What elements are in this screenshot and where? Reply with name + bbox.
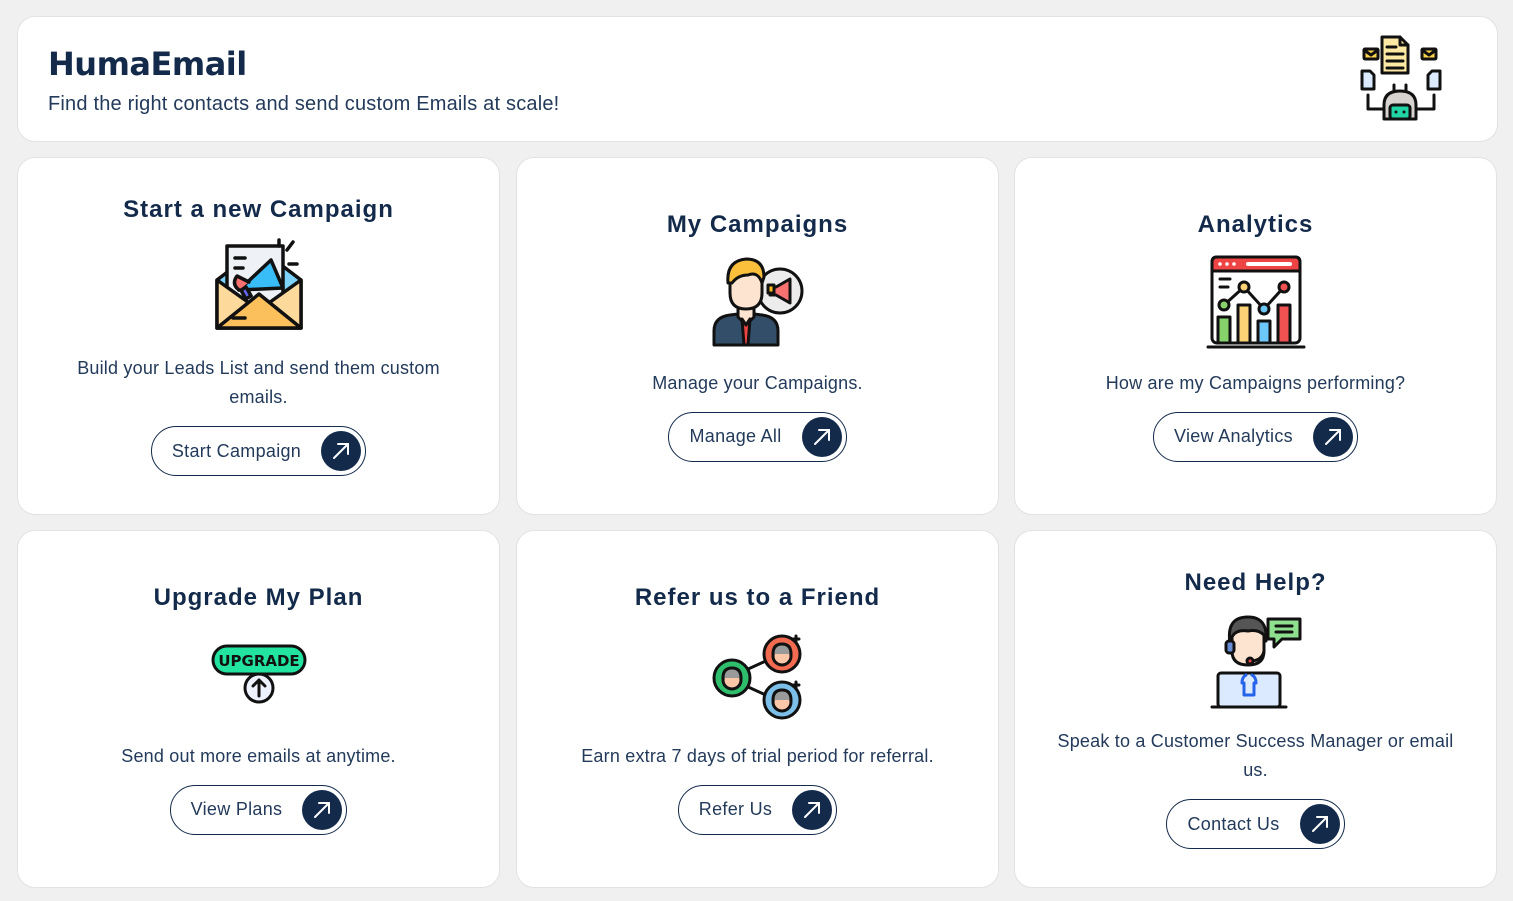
card-title: Refer us to a Friend: [634, 583, 881, 611]
view-plans-button[interactable]: View Plans: [169, 784, 348, 835]
upgrade-badge-text: UPGRADE: [218, 652, 299, 670]
card-description: How are my Campaigns performing?: [1105, 372, 1406, 393]
card-start-campaign: Start a new Campaign Build your Leads Li…: [17, 157, 500, 515]
upgrade-badge-icon: UPGRADE: [211, 644, 306, 703]
businessman-megaphone-icon: [712, 257, 803, 346]
button-label: Contact Us: [1187, 813, 1280, 834]
brand-title: HumaEmail: [48, 45, 247, 83]
refer-us-button[interactable]: Refer Us: [677, 784, 838, 835]
button-label: Manage All: [689, 426, 782, 446]
card-description: Build your Leads List and send them cust…: [77, 358, 440, 407]
card-description: Earn extra 7 days of trial period for re…: [581, 745, 934, 766]
card-title: Upgrade My Plan: [153, 583, 364, 611]
button-label: View Analytics: [1174, 426, 1293, 446]
arrow-up-right-icon: [792, 789, 833, 830]
header-banner: HumaEmail Find the right contacts and se…: [17, 16, 1498, 142]
referral-network-icon: [712, 634, 801, 719]
card-upgrade-plan: Upgrade My Plan UPGRADE Send out more em…: [17, 530, 500, 888]
analytics-chart-icon: [1206, 255, 1305, 348]
view-analytics-button[interactable]: View Analytics: [1153, 411, 1358, 462]
manage-all-button[interactable]: Manage All: [668, 411, 847, 462]
button-label: View Plans: [190, 799, 283, 819]
card-need-help: Need Help? Speak to a Customer Success M…: [1014, 530, 1497, 888]
card-title: Need Help?: [1184, 569, 1327, 596]
card-description: Manage your Campaigns.: [652, 372, 863, 393]
arrow-up-right-icon: [1299, 804, 1340, 844]
arrow-up-right-icon: [801, 416, 842, 457]
card-refer-friend: Refer us to a Friend Earn extra 7 days o…: [516, 530, 999, 888]
brand-tagline: Find the right contacts and send custom …: [48, 93, 560, 115]
card-description: Send out more emails at anytime.: [121, 745, 396, 766]
card-title: Analytics: [1197, 210, 1314, 238]
envelope-megaphone-icon: [214, 238, 303, 330]
card-analytics: Analytics How are my Campaigns performin…: [1014, 157, 1497, 515]
card-title: Start a new Campaign: [123, 196, 394, 223]
start-campaign-button[interactable]: Start Campaign: [150, 426, 367, 476]
button-label: Start Campaign: [171, 440, 302, 461]
card-my-campaigns: My Campaigns Manage your Campaigns. Mana…: [516, 157, 999, 515]
support-agent-icon: [1210, 615, 1301, 709]
contact-us-button[interactable]: Contact Us: [1166, 799, 1345, 849]
button-label: Refer Us: [698, 799, 773, 819]
arrow-up-right-icon: [321, 431, 362, 471]
email-automation-robot-icon: [1360, 35, 1442, 121]
arrow-up-right-icon: [1312, 416, 1353, 457]
card-title: My Campaigns: [666, 210, 849, 238]
arrow-up-right-icon: [302, 789, 343, 830]
card-description: Speak to a Customer Success Manager or e…: [1057, 731, 1454, 780]
